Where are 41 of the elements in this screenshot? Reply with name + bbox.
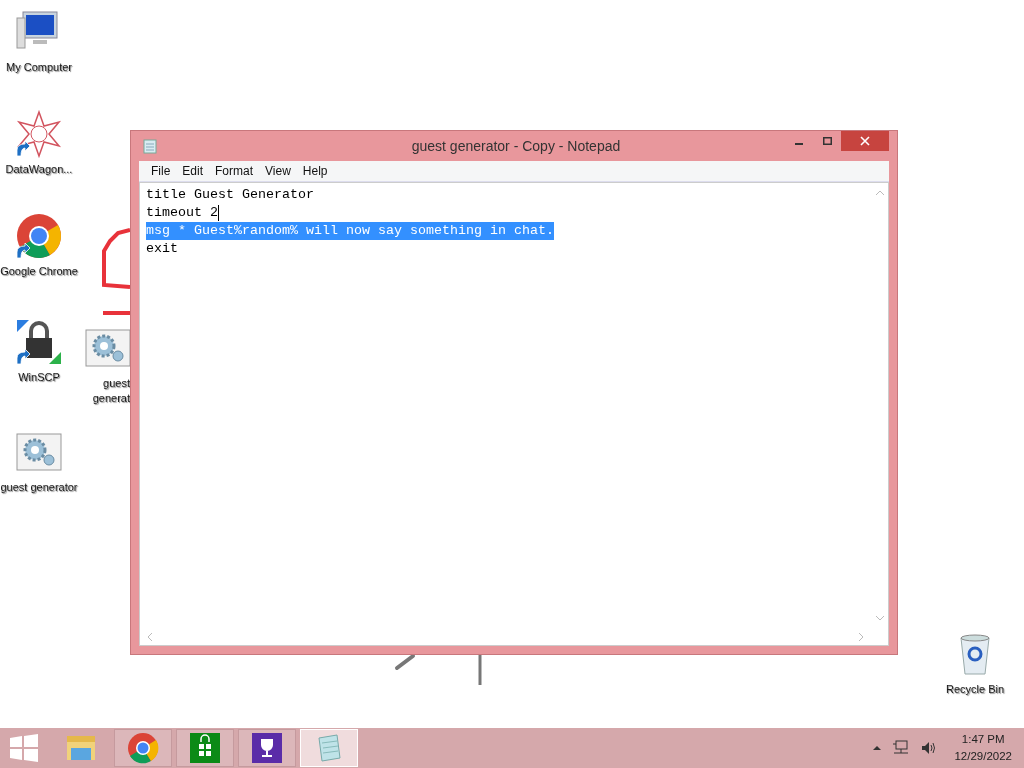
icon-label[interactable]: My Computer (6, 60, 72, 75)
menu-item[interactable]: Edit (176, 164, 210, 178)
minimize-icon (795, 143, 803, 145)
text-editor[interactable]: title Guest Generator timeout 2 msg * Guest%random% will now say something in chat. exit (139, 182, 889, 646)
window-title: guest generator - Copy - Notepad (410, 138, 622, 154)
show-hidden-icons-icon[interactable] (872, 744, 883, 752)
padlock-icon[interactable] (15, 318, 63, 366)
store-bag-icon (189, 732, 221, 764)
windows-logo-icon (10, 734, 38, 762)
clock-time: 1:47 PM (961, 732, 1005, 747)
text-line: title Guest Generator (146, 186, 314, 204)
clock-date: 12/29/2022 (954, 749, 1012, 764)
icon-label[interactable]: Recycle Bin (945, 682, 1005, 697)
scroll-right-icon (857, 631, 865, 642)
menu-item[interactable]: File (145, 164, 177, 178)
trophy-icon (251, 732, 283, 764)
text-line: timeout 2 (146, 204, 218, 222)
chrome-icon (127, 732, 159, 764)
chrome-icon[interactable] (15, 212, 63, 260)
speaker-icon[interactable] (920, 740, 937, 756)
icon-label[interactable]: guest generator (0, 480, 78, 495)
scroll-up-icon (874, 189, 885, 197)
icon-label[interactable]: guest generat (84, 376, 130, 406)
taskbar-button[interactable] (238, 729, 296, 767)
icon-label[interactable]: DataWagon... (5, 162, 73, 177)
menu-item[interactable]: Help (296, 164, 334, 178)
menu-item[interactable]: View (259, 164, 297, 178)
icon-label[interactable]: WinSCP (18, 370, 60, 385)
clock[interactable]: 1:47 PM 12/29/2022 (954, 731, 1012, 765)
scroll-down-icon (874, 614, 885, 622)
network-icon[interactable] (892, 740, 911, 756)
close-icon (860, 136, 870, 146)
taskbar-button[interactable] (176, 729, 234, 767)
scroll-left-icon (146, 631, 154, 642)
maximize-icon (822, 137, 832, 145)
icon-label[interactable]: Google Chrome (0, 264, 78, 279)
menu-item[interactable]: Format (209, 164, 260, 178)
notepad-icon (143, 138, 157, 154)
text-line: exit (146, 240, 178, 258)
star-pattern-icon[interactable] (15, 110, 63, 158)
close-button[interactable] (841, 131, 889, 151)
